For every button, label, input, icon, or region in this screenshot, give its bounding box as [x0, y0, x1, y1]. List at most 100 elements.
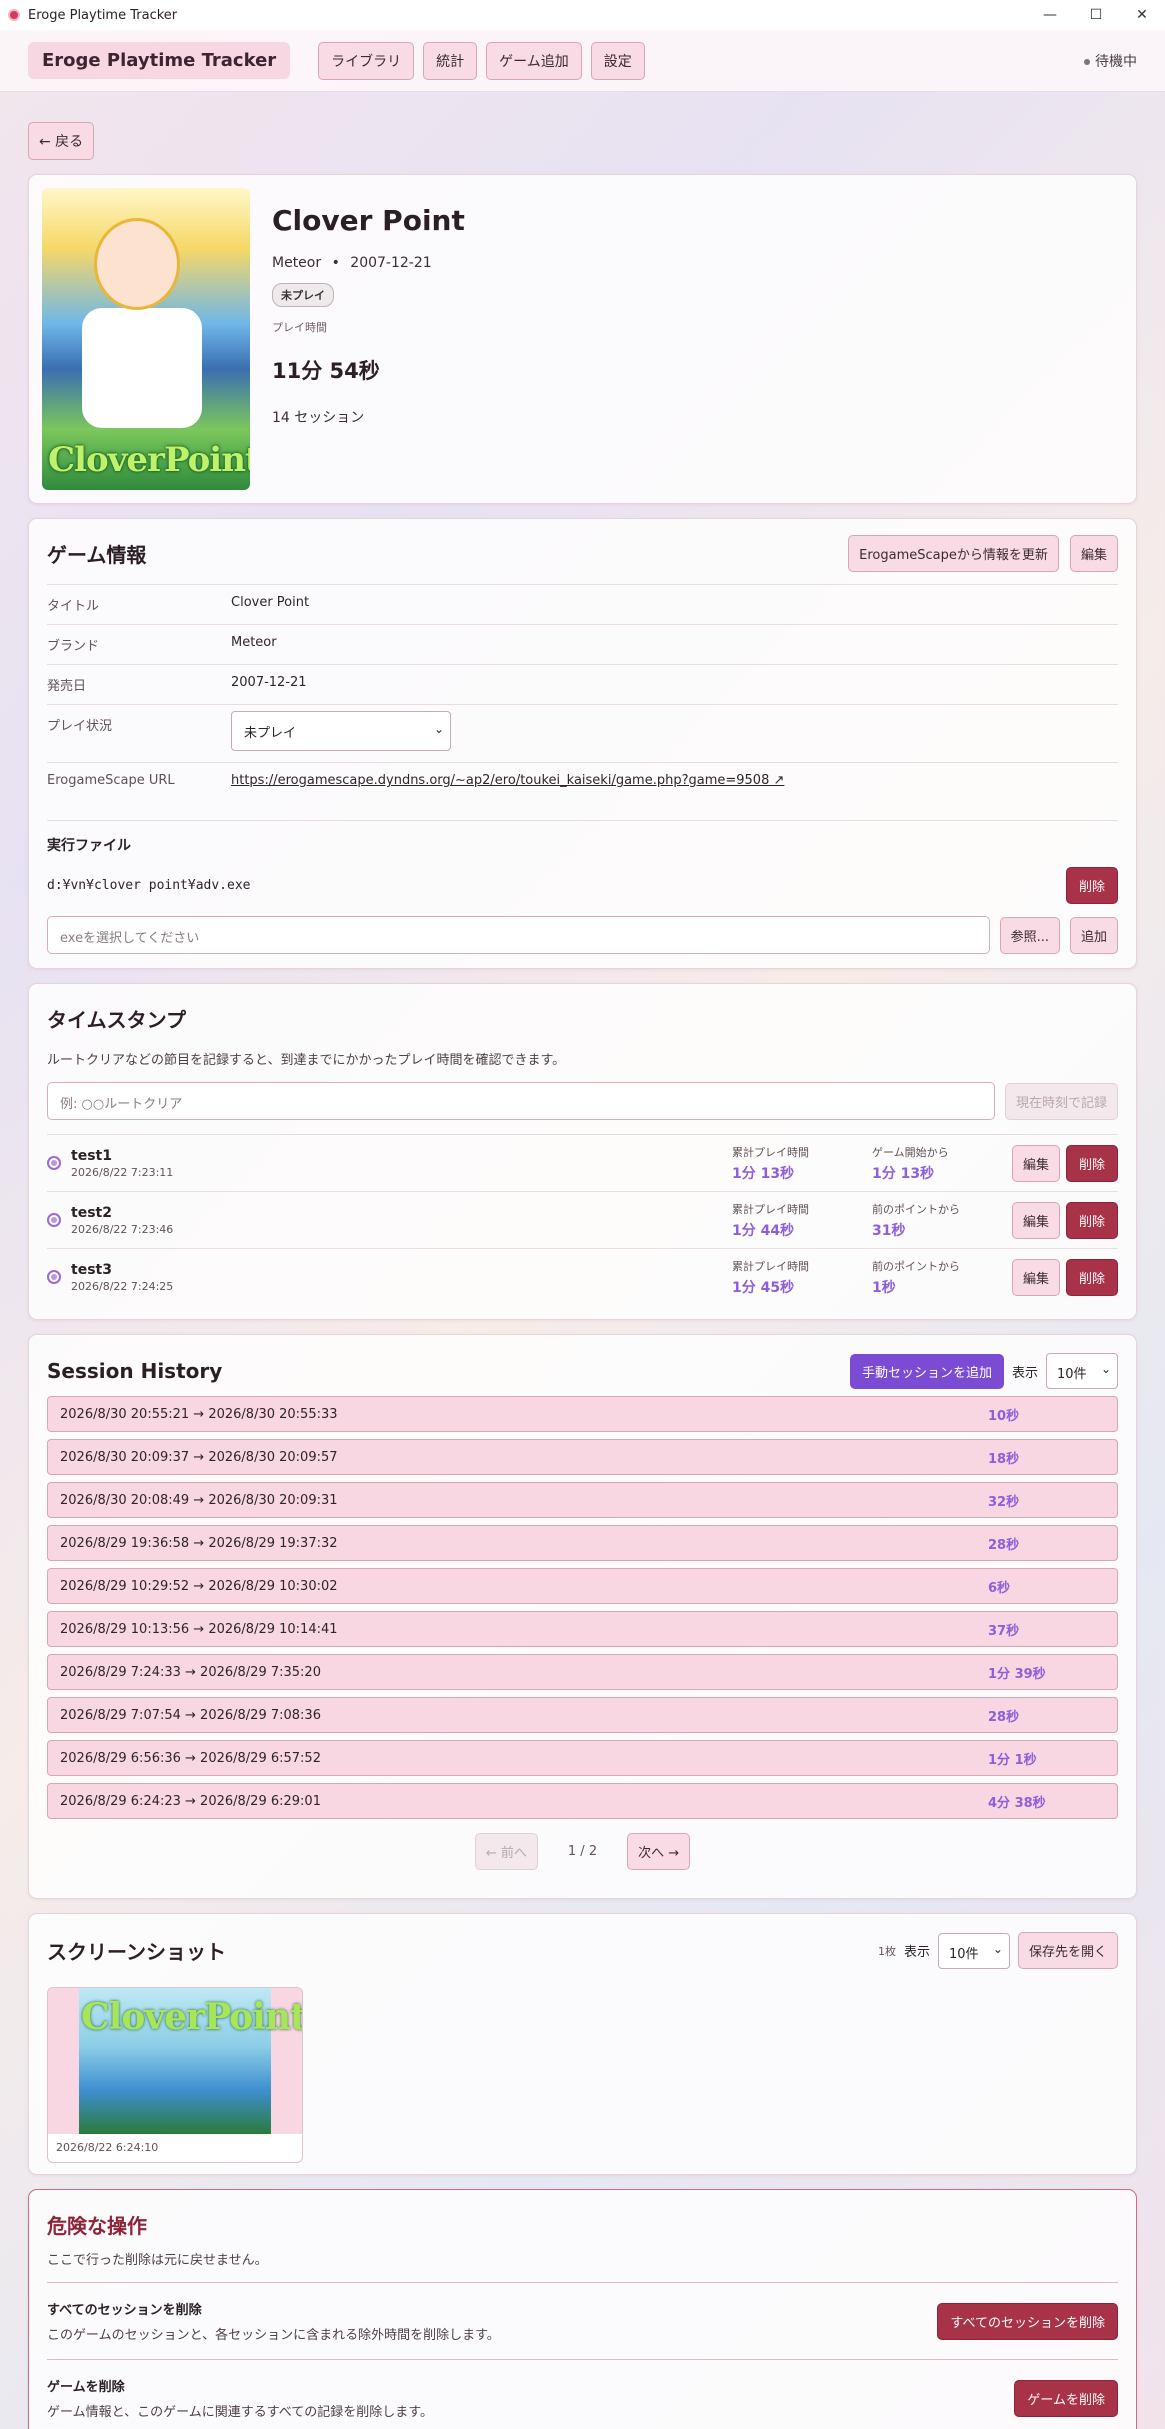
session-range: 2026/8/30 20:08:49 → 2026/8/30 20:09:31	[60, 1492, 338, 1508]
delete-all-sessions-button[interactable]: すべてのセッションを削除	[937, 2302, 1118, 2340]
game-info-header: ゲーム情報 ErogameScapeから情報を更新 編集	[47, 535, 1118, 572]
timestamp-cumulative: 累計プレイ時間 1分 45秒	[732, 1258, 872, 1297]
game-info-table: タイトル Clover Point ブランド Meteor 発売日 2007-12-2…	[47, 584, 1118, 800]
timestamps-card: タイムスタンプ ルートクリアなどの節目を記録すると、到達までにかかったプレイ時間…	[28, 983, 1137, 1320]
close-icon[interactable]: ✕	[1119, 0, 1165, 30]
delete-game-desc: ゲーム情報と、このゲームに関連するすべての記録を削除します。	[47, 2405, 433, 2420]
nav-settings-button[interactable]: 設定	[590, 41, 645, 80]
session-history-actions: 手動セッションを追加 表示 10件 ⌄	[849, 1353, 1118, 1389]
game-summary: Clover Point Meteor • 2007-12-21 未プレイ プレ…	[272, 188, 465, 490]
play-status-value: 未プレイ	[244, 726, 297, 741]
exe-entry: d:¥vn¥clover point¥adv.exe 削除	[47, 867, 1118, 904]
stat-value: 1分 13秒	[871, 1165, 935, 1182]
delete-timestamp-button[interactable]: 削除	[1065, 1144, 1118, 1182]
chevron-down-icon: ⌄	[992, 1941, 1003, 1956]
session-row[interactable]: 2026/8/30 20:55:21 → 2026/8/30 20:55:33 1…	[47, 1396, 1118, 1432]
delete-timestamp-button[interactable]: 削除	[1065, 1258, 1118, 1296]
session-duration: 32秒	[988, 1494, 1020, 1510]
session-row[interactable]: 2026/8/29 10:29:52 → 2026/8/29 10:30:02 6…	[47, 1568, 1118, 1604]
screenshot-image-area: CloverPoint	[48, 1988, 302, 2134]
prev-page-button[interactable]: ← 前へ	[474, 1833, 538, 1870]
edit-timestamp-button[interactable]: 編集	[1011, 1144, 1060, 1182]
session-history-heading: Session History	[47, 1359, 223, 1383]
screenshots-actions: 1枚 表示 10件 ⌄ 保存先を開く	[878, 1932, 1118, 1969]
info-row-url: ErogameScape URL https://erogamescape.dy…	[47, 762, 1118, 800]
delete-timestamp-button[interactable]: 削除	[1065, 1201, 1118, 1239]
session-range: 2026/8/29 7:07:54 → 2026/8/29 7:08:36	[60, 1707, 321, 1723]
session-duration: 10秒	[988, 1408, 1020, 1424]
erogamescape-link[interactable]: https://erogamescape.dyndns.org/~ap2/ero…	[231, 773, 784, 788]
session-row[interactable]: 2026/8/29 6:24:23 → 2026/8/29 6:29:01 4分 …	[47, 1783, 1118, 1819]
timestamps-description: ルートクリアなどの節目を記録すると、到達までにかかったプレイ時間を確認できます。	[47, 1053, 566, 1068]
session-row[interactable]: 2026/8/29 7:07:54 → 2026/8/29 7:08:36 28秒	[47, 1697, 1118, 1733]
session-row[interactable]: 2026/8/30 20:08:49 → 2026/8/30 20:09:31 3…	[47, 1482, 1118, 1518]
session-duration: 28秒	[988, 1709, 1020, 1725]
session-row[interactable]: 2026/8/29 6:56:36 → 2026/8/29 6:57:52 1分 …	[47, 1740, 1118, 1776]
info-row-brand: ブランド Meteor	[47, 624, 1118, 664]
edit-timestamp-button[interactable]: 編集	[1011, 1201, 1060, 1239]
screenshots-heading: スクリーンショット	[47, 1940, 226, 1964]
delete-game-row: ゲームを削除 ゲーム情報と、このゲームに関連するすべての記録を削除します。 ゲー…	[47, 2360, 1118, 2426]
session-duration: 28秒	[988, 1537, 1020, 1553]
open-folder-button[interactable]: 保存先を開く	[1017, 1932, 1118, 1969]
playtime-label: プレイ時間	[272, 321, 327, 334]
timestamp-diff: 前のポイントから 1秒	[872, 1258, 1012, 1297]
delete-sessions-title: すべてのセッションを削除	[47, 2303, 202, 2318]
session-row[interactable]: 2026/8/29 7:24:33 → 2026/8/29 7:35:20 1分 …	[47, 1654, 1118, 1690]
session-row[interactable]: 2026/8/29 10:13:56 → 2026/8/29 10:14:41 3…	[47, 1611, 1118, 1647]
app-brand[interactable]: Eroge Playtime Tracker	[28, 42, 291, 79]
browse-button[interactable]: 参照...	[999, 916, 1060, 954]
delete-game-button[interactable]: ゲームを削除	[1014, 2379, 1118, 2417]
add-exe-button[interactable]: 追加	[1069, 916, 1118, 954]
edit-timestamp-button[interactable]: 編集	[1011, 1258, 1060, 1296]
play-status-select[interactable]: 未プレイ ⌄	[231, 711, 451, 751]
nav-add-game-button[interactable]: ゲーム追加	[486, 41, 582, 80]
session-duration: 37秒	[988, 1623, 1020, 1639]
nav-stats-button[interactable]: 統計	[423, 41, 478, 80]
timestamp-date: 2026/8/22 7:23:46	[71, 1222, 174, 1236]
back-button[interactable]: ← 戻る	[28, 122, 95, 160]
timestamp-cumulative: 累計プレイ時間 1分 44秒	[732, 1201, 872, 1240]
page-size-label: 表示	[903, 1945, 930, 1960]
session-page-size-select[interactable]: 10件 ⌄	[1046, 1353, 1118, 1389]
page-size-label: 表示	[1011, 1365, 1038, 1381]
session-range: 2026/8/29 7:24:33 → 2026/8/29 7:35:20	[60, 1664, 321, 1680]
next-page-button[interactable]: 次へ →	[627, 1833, 691, 1870]
game-title: Clover Point	[272, 204, 465, 237]
refresh-erogamescape-button[interactable]: ErogameScapeから情報を更新	[848, 535, 1059, 572]
nav-library-button[interactable]: ライブラリ	[318, 41, 415, 80]
screenshot-count: 1枚	[877, 1944, 896, 1958]
timestamp-marker-icon	[47, 1213, 61, 1227]
screenshot-thumbnail[interactable]: CloverPoint 2026/8/22 6:24:10	[47, 1987, 303, 2163]
record-timestamp-button[interactable]: 現在時刻で記録	[1004, 1082, 1118, 1120]
maximize-icon[interactable]: ☐	[1073, 0, 1119, 30]
session-count: 14 セッション	[272, 410, 365, 426]
page-size-value: 10件	[1057, 1367, 1087, 1382]
timestamp-info: test3 2026/8/22 7:24:25	[71, 1262, 732, 1293]
edit-game-button[interactable]: 編集	[1069, 535, 1118, 572]
session-row[interactable]: 2026/8/30 20:09:37 → 2026/8/30 20:09:57 1…	[47, 1439, 1118, 1475]
exe-path-input[interactable]: exeを選択してください	[47, 916, 990, 954]
stat-label: 前のポイントから	[871, 1202, 960, 1216]
screenshot-page-size-select[interactable]: 10件 ⌄	[937, 1932, 1010, 1969]
timestamps-heading: タイムスタンプ	[47, 1008, 186, 1032]
timestamp-name-input[interactable]: 例: ○○ルートクリア	[47, 1082, 995, 1120]
screenshots-card: スクリーンショット 1枚 表示 10件 ⌄ 保存先を開く CloverPoint …	[28, 1913, 1137, 2175]
minimize-icon[interactable]: —	[1027, 0, 1073, 30]
cover-logo-text: CloverPoint	[48, 440, 250, 480]
info-key: ErogameScape URL	[47, 773, 175, 788]
timestamp-diff: ゲーム開始から 1分 13秒	[872, 1144, 1012, 1183]
session-range: 2026/8/30 20:55:21 → 2026/8/30 20:55:33	[60, 1406, 338, 1422]
stat-value: 1分 13秒	[731, 1165, 795, 1182]
add-manual-session-button[interactable]: 手動セッションを追加	[849, 1353, 1004, 1389]
info-key: プレイ状況	[47, 719, 113, 734]
delete-exe-button[interactable]: 削除	[1065, 867, 1118, 904]
session-duration: 6秒	[988, 1580, 1011, 1596]
session-history-card: Session History 手動セッションを追加 表示 10件 ⌄ 2026/…	[28, 1334, 1137, 1899]
session-row[interactable]: 2026/8/29 19:36:58 → 2026/8/29 19:37:32 2…	[47, 1525, 1118, 1561]
stat-label: ゲーム開始から	[871, 1145, 949, 1159]
session-list: 2026/8/30 20:55:21 → 2026/8/30 20:55:33 1…	[47, 1396, 1118, 1819]
game-release: 2007-12-21	[350, 255, 432, 271]
info-key: 発売日	[47, 679, 87, 694]
session-duration: 4分 38秒	[988, 1795, 1046, 1811]
